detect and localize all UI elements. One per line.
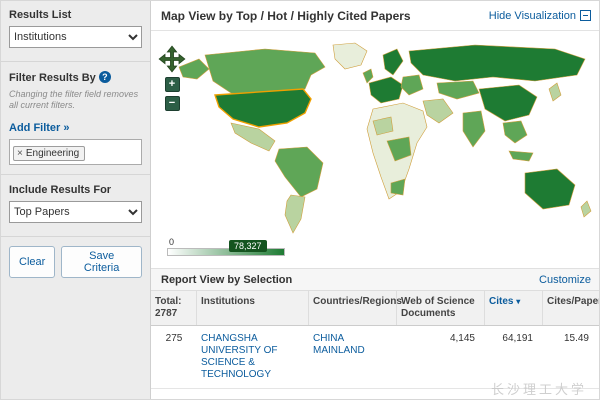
map-region-japan[interactable] xyxy=(549,83,561,101)
table-header-row: Total: 2787 Institutions Countries/Regio… xyxy=(151,291,600,326)
map-region-europe[interactable] xyxy=(369,77,403,103)
map-visualization: + − xyxy=(151,31,600,269)
map-view-title: Map View by Top / Hot / Highly Cited Pap… xyxy=(161,9,411,23)
map-header: Map View by Top / Hot / Highly Cited Pap… xyxy=(151,1,600,31)
zoom-in-button[interactable]: + xyxy=(165,77,180,92)
report-header: Report View by Selection Customize xyxy=(151,269,600,291)
sort-desc-icon: ▾ xyxy=(516,297,520,306)
map-region-india[interactable] xyxy=(463,111,485,147)
report-view-title: Report View by Selection xyxy=(161,274,292,286)
include-results-select[interactable]: Top Papers xyxy=(9,201,142,223)
map-region-mexico[interactable] xyxy=(231,123,275,151)
esi-app-window: Results List Institutions Filter Results… xyxy=(0,0,600,400)
map-region-australia[interactable] xyxy=(525,169,575,209)
main-panel: Map View by Top / Hot / Highly Cited Pap… xyxy=(151,1,600,400)
map-region-brazil[interactable] xyxy=(275,147,323,197)
clear-button[interactable]: Clear xyxy=(9,246,55,278)
legend-gradient-bar xyxy=(167,248,285,256)
save-criteria-button[interactable]: Save Criteria xyxy=(61,246,142,278)
help-icon[interactable]: ? xyxy=(99,71,111,83)
map-region-greenland[interactable] xyxy=(333,43,367,69)
hide-visualization-label: Hide Visualization xyxy=(489,10,576,22)
legend-max-value: 78,327 xyxy=(229,240,267,252)
column-header-cites-per-paper: Cites/Paper xyxy=(543,291,599,325)
map-legend: 0 78,327 xyxy=(167,242,317,258)
column-header-cites-label: Cites xyxy=(489,296,513,307)
sidebar-divider xyxy=(1,174,150,175)
cell-total: 275 xyxy=(151,326,197,388)
column-header-institutions: Institutions xyxy=(197,291,309,325)
map-region-usa[interactable] xyxy=(215,89,311,127)
filter-by-label: Filter Results By? xyxy=(9,71,142,84)
map-region-new-zealand[interactable] xyxy=(581,201,591,217)
watermark-text: 长沙理工大学 xyxy=(491,379,587,398)
map-region-scandinavia[interactable] xyxy=(383,49,403,75)
map-region-se-asia[interactable] xyxy=(503,121,527,143)
cell-institution-link[interactable]: CHANGSHA UNIVERSITY OF SCIENCE & TECHNOL… xyxy=(197,326,309,388)
filter-note: Changing the filter field removes all cu… xyxy=(9,89,142,112)
hide-visualization-link[interactable]: Hide Visualization xyxy=(489,10,591,22)
cell-documents: 4,145 xyxy=(397,326,485,388)
zoom-out-button[interactable]: − xyxy=(165,96,180,111)
active-filters-box: × Engineering xyxy=(9,139,142,165)
filter-tag-label: Engineering xyxy=(26,148,79,159)
map-region-kazakhstan[interactable] xyxy=(437,81,479,99)
add-filter-link[interactable]: Add Filter » xyxy=(9,122,70,134)
map-region-canada[interactable] xyxy=(205,49,325,95)
customize-link[interactable]: Customize xyxy=(539,274,591,286)
map-controls: + − xyxy=(157,45,187,111)
map-region-east-europe[interactable] xyxy=(401,75,423,95)
sidebar-divider xyxy=(1,61,150,62)
map-region-uk[interactable] xyxy=(363,69,373,83)
sidebar: Results List Institutions Filter Results… xyxy=(1,1,151,400)
map-region-middle-east[interactable] xyxy=(423,99,453,123)
remove-filter-icon[interactable]: × xyxy=(17,148,23,159)
column-header-countries: Countries/Regions xyxy=(309,291,397,325)
pan-control[interactable] xyxy=(158,45,186,73)
results-list-select[interactable]: Institutions xyxy=(9,26,142,48)
results-list-label: Results List xyxy=(9,9,142,21)
world-map-choropleth[interactable] xyxy=(175,41,595,239)
legend-min-value: 0 xyxy=(169,237,174,247)
sidebar-divider xyxy=(1,236,150,237)
map-region-china[interactable] xyxy=(479,85,537,121)
map-region-russia[interactable] xyxy=(409,45,585,81)
collapse-icon xyxy=(580,10,591,21)
filter-by-label-text: Filter Results By xyxy=(9,72,96,84)
map-region-indonesia[interactable] xyxy=(509,151,533,161)
column-header-documents: Web of Science Documents xyxy=(397,291,485,325)
map-region-argentina[interactable] xyxy=(285,195,305,233)
sidebar-buttons: Clear Save Criteria xyxy=(9,246,142,278)
cell-country-link[interactable]: CHINA MAINLAND xyxy=(309,326,397,388)
column-header-total: Total: 2787 xyxy=(151,291,197,325)
column-header-cites-sort[interactable]: Cites ▾ xyxy=(485,291,543,325)
filter-tag-engineering[interactable]: × Engineering xyxy=(13,146,85,161)
include-results-label: Include Results For xyxy=(9,184,142,196)
